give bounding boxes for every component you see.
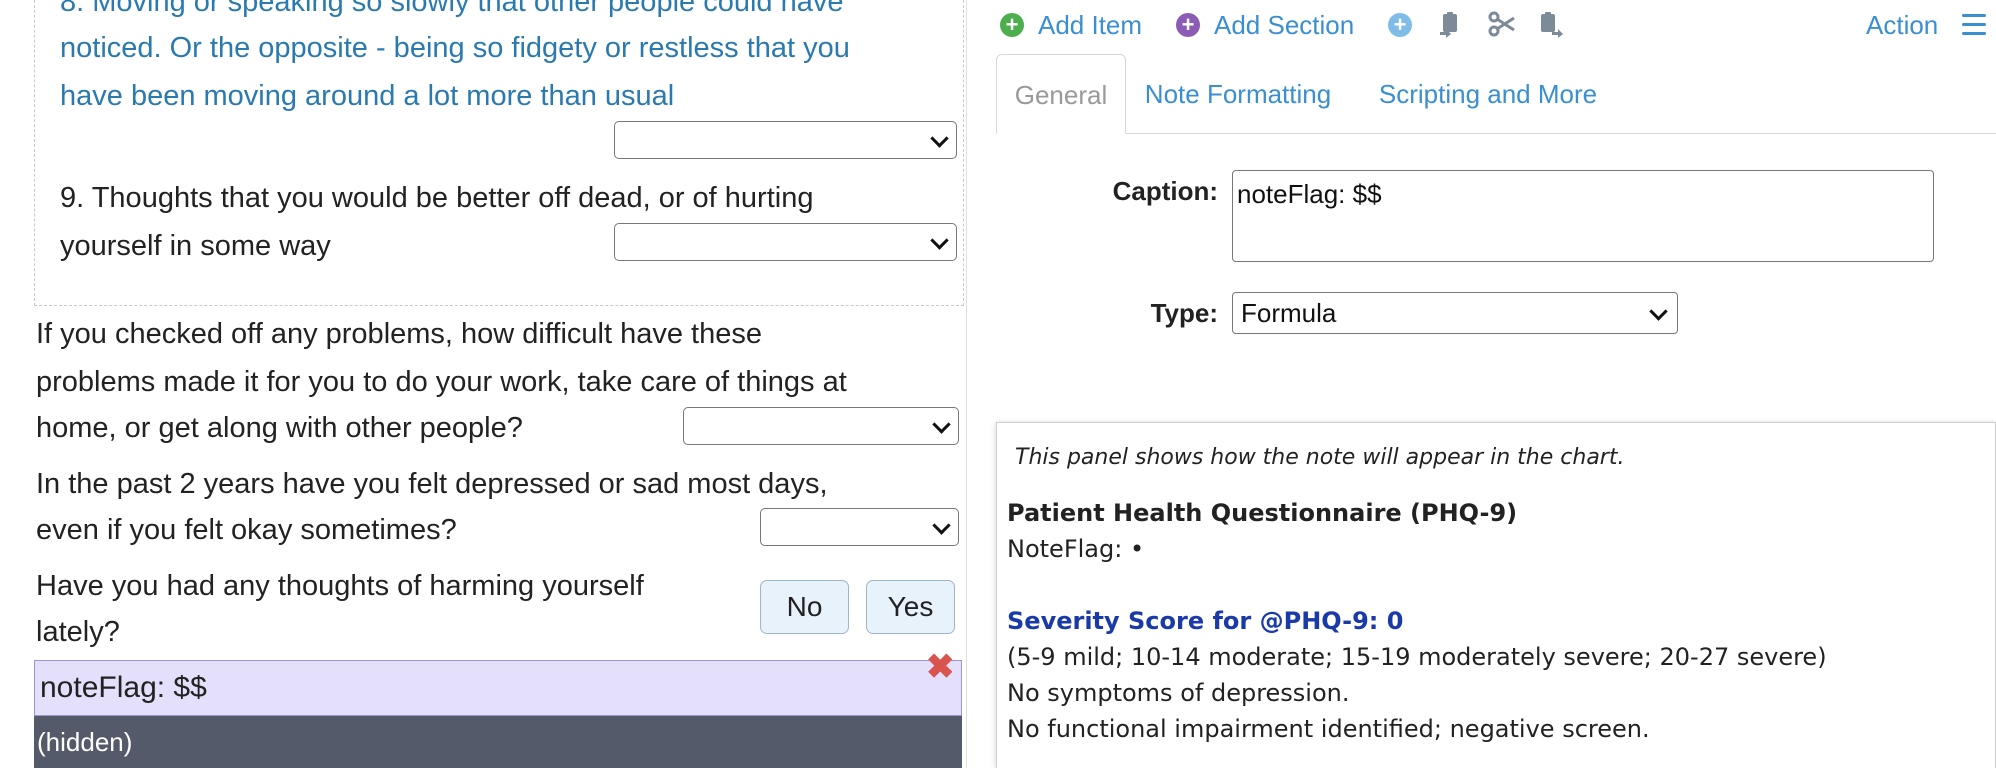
- question-8-line-2: noticed. Or the opposite - being so fidg…: [60, 32, 850, 64]
- preview-title: Patient Health Questionnaire (PHQ-9): [1007, 499, 1518, 527]
- panel-divider: [966, 0, 967, 768]
- action-menu-link[interactable]: Action: [1866, 8, 1938, 42]
- plus-circle-icon: +: [1388, 13, 1412, 37]
- add-section-button[interactable]: + Add Section: [1176, 8, 1354, 42]
- question-8-line-1: 8. Moving or speaking so slowly that oth…: [60, 0, 844, 18]
- caption-label: Caption:: [1112, 176, 1218, 206]
- add-item-button[interactable]: + Add Item: [1000, 8, 1142, 42]
- item-editor-panel: + Add Item + Add Section + Action Genera…: [968, 0, 1996, 768]
- chevron-down-icon: [932, 516, 951, 535]
- chevron-down-icon: [930, 129, 949, 148]
- past-2-years-select[interactable]: [760, 508, 959, 546]
- harming-question-line-2: lately?: [36, 616, 120, 648]
- add-section-label: Add Section: [1214, 9, 1355, 40]
- question-8-line-3: have been moving around a lot more than …: [60, 80, 675, 112]
- questionnaire-form: 8. Moving or speaking so slowly that oth…: [0, 0, 966, 768]
- add-other-button[interactable]: +: [1388, 8, 1412, 42]
- copy-icon[interactable]: [1538, 10, 1564, 38]
- note-preview-panel: This panel shows how the note will appea…: [996, 422, 1996, 768]
- hidden-indicator: (hidden): [34, 716, 962, 768]
- chevron-down-icon: [932, 415, 951, 434]
- preview-hint: This panel shows how the note will appea…: [1015, 445, 1625, 470]
- preview-score-title: Severity Score for @PHQ-9: 0: [1007, 607, 1404, 635]
- question-9-line-2: yourself in some way: [60, 230, 331, 262]
- type-select-value: Formula: [1241, 298, 1337, 328]
- difficulty-question-line-3: home, or get along with other people?: [36, 412, 523, 444]
- difficulty-question-line-2: problems made it for you to do your work…: [36, 366, 847, 398]
- cut-icon[interactable]: [1488, 10, 1515, 38]
- remove-item-icon[interactable]: ✖: [926, 650, 955, 684]
- chevron-down-icon: [1649, 302, 1668, 321]
- caption-input[interactable]: noteFlag: $$: [1232, 170, 1934, 262]
- tab-scripting-and-more[interactable]: Scripting and More: [1358, 54, 1618, 134]
- harming-no-button[interactable]: No: [760, 580, 849, 634]
- plus-circle-icon: +: [1000, 13, 1024, 37]
- harming-question-line-1: Have you had any thoughts of harming you…: [36, 570, 644, 602]
- question-9-line-1: 9. Thoughts that you would be better off…: [60, 182, 814, 214]
- past-2-years-question-line-2: even if you felt okay sometimes?: [36, 514, 457, 546]
- tab-note-formatting[interactable]: Note Formatting: [1138, 54, 1338, 134]
- harming-yes-button[interactable]: Yes: [866, 580, 955, 634]
- tab-general[interactable]: General: [996, 54, 1126, 134]
- question-8-select[interactable]: [614, 121, 957, 159]
- question-9-select[interactable]: [614, 223, 957, 261]
- preview-score-ranges: (5-9 mild; 10-14 moderate; 15-19 moderat…: [1007, 643, 1827, 671]
- note-flag-item[interactable]: noteFlag: $$: [34, 660, 962, 716]
- preview-symptoms-line: No symptoms of depression.: [1007, 679, 1350, 707]
- chevron-down-icon: [930, 231, 949, 250]
- difficulty-select[interactable]: [683, 407, 959, 445]
- difficulty-question-line-1: If you checked off any problems, how dif…: [36, 318, 762, 350]
- type-label: Type:: [1150, 298, 1218, 328]
- plus-circle-icon: +: [1176, 13, 1200, 37]
- preview-noteflag: NoteFlag: •: [1007, 535, 1145, 563]
- past-2-years-question-line-1: In the past 2 years have you felt depres…: [36, 468, 828, 500]
- hamburger-menu-icon[interactable]: [1962, 14, 1986, 36]
- preview-impairment-line: No functional impairment identified; neg…: [1007, 715, 1650, 743]
- add-item-label: Add Item: [1038, 9, 1143, 40]
- type-select[interactable]: Formula: [1232, 292, 1678, 334]
- paste-into-icon[interactable]: [1438, 10, 1464, 38]
